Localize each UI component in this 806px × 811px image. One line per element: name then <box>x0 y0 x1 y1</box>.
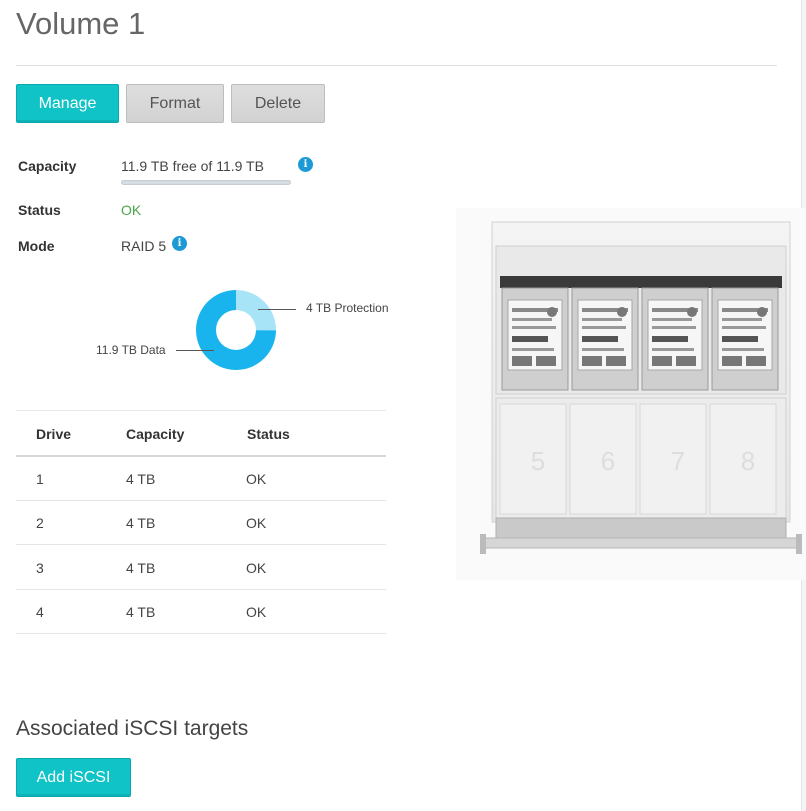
table-top-divider <box>16 410 386 411</box>
row-divider <box>16 544 386 545</box>
mode-value: RAID 5 <box>121 238 167 254</box>
table-row[interactable]: 3 4 TB OK <box>16 546 386 590</box>
iscsi-section-title: Associated iSCSI targets <box>16 717 249 740</box>
capacity-value: 11.9 TB free of 11.9 TB <box>121 158 264 174</box>
drive-capacity: 4 TB <box>126 560 156 576</box>
format-button[interactable]: Format <box>126 84 224 123</box>
drive-capacity: 4 TB <box>126 604 156 620</box>
capacity-donut-chart <box>196 290 276 370</box>
data-leader-line <box>176 350 214 351</box>
empty-bay-number: 5 <box>531 446 545 476</box>
capacity-info-icon[interactable]: i <box>298 157 313 172</box>
drive-bay-3 <box>641 287 709 391</box>
table-header-drive[interactable]: Drive <box>36 426 71 442</box>
table-row[interactable]: 1 4 TB OK <box>16 457 386 501</box>
status-label: Status <box>18 202 61 218</box>
protection-leader-line <box>258 309 296 310</box>
manage-button[interactable]: Manage <box>16 84 119 123</box>
drive-status: OK <box>246 604 267 620</box>
drive-status: OK <box>246 471 267 487</box>
status-value: OK <box>121 202 142 218</box>
enclosure-illustration: 5 6 7 8 <box>456 208 806 580</box>
capacity-usage-bar <box>121 180 291 185</box>
drive-bay-4 <box>711 287 779 391</box>
delete-button[interactable]: Delete <box>231 84 325 123</box>
drive-bay-2 <box>571 287 639 391</box>
table-row[interactable]: 4 4 TB OK <box>16 590 386 634</box>
drive-status: OK <box>246 560 267 576</box>
table-header-status[interactable]: Status <box>247 426 290 442</box>
empty-bay-number: 7 <box>671 446 685 476</box>
empty-bay-number: 8 <box>741 446 755 476</box>
drive-bay-1 <box>501 287 569 391</box>
title-divider <box>16 65 777 66</box>
add-iscsi-button[interactable]: Add iSCSI <box>16 758 131 797</box>
table-row[interactable]: 2 4 TB OK <box>16 501 386 545</box>
capacity-label: Capacity <box>18 158 77 174</box>
empty-bay-number: 6 <box>601 446 615 476</box>
data-label: 11.9 TB Data <box>96 343 166 357</box>
drive-capacity: 4 TB <box>126 515 156 531</box>
drive-number: 2 <box>36 515 44 531</box>
drive-number: 3 <box>36 560 44 576</box>
drive-capacity: 4 TB <box>126 471 156 487</box>
mode-info-icon[interactable]: i <box>172 236 187 251</box>
drive-number: 4 <box>36 604 44 620</box>
table-header-capacity[interactable]: Capacity <box>126 426 184 442</box>
page-title: Volume 1 <box>16 6 146 41</box>
mode-label: Mode <box>18 238 55 254</box>
drive-number: 1 <box>36 471 44 487</box>
protection-label: 4 TB Protection <box>306 301 389 315</box>
row-divider <box>16 633 386 634</box>
drive-status: OK <box>246 515 267 531</box>
donut-slice-protection <box>236 290 276 331</box>
